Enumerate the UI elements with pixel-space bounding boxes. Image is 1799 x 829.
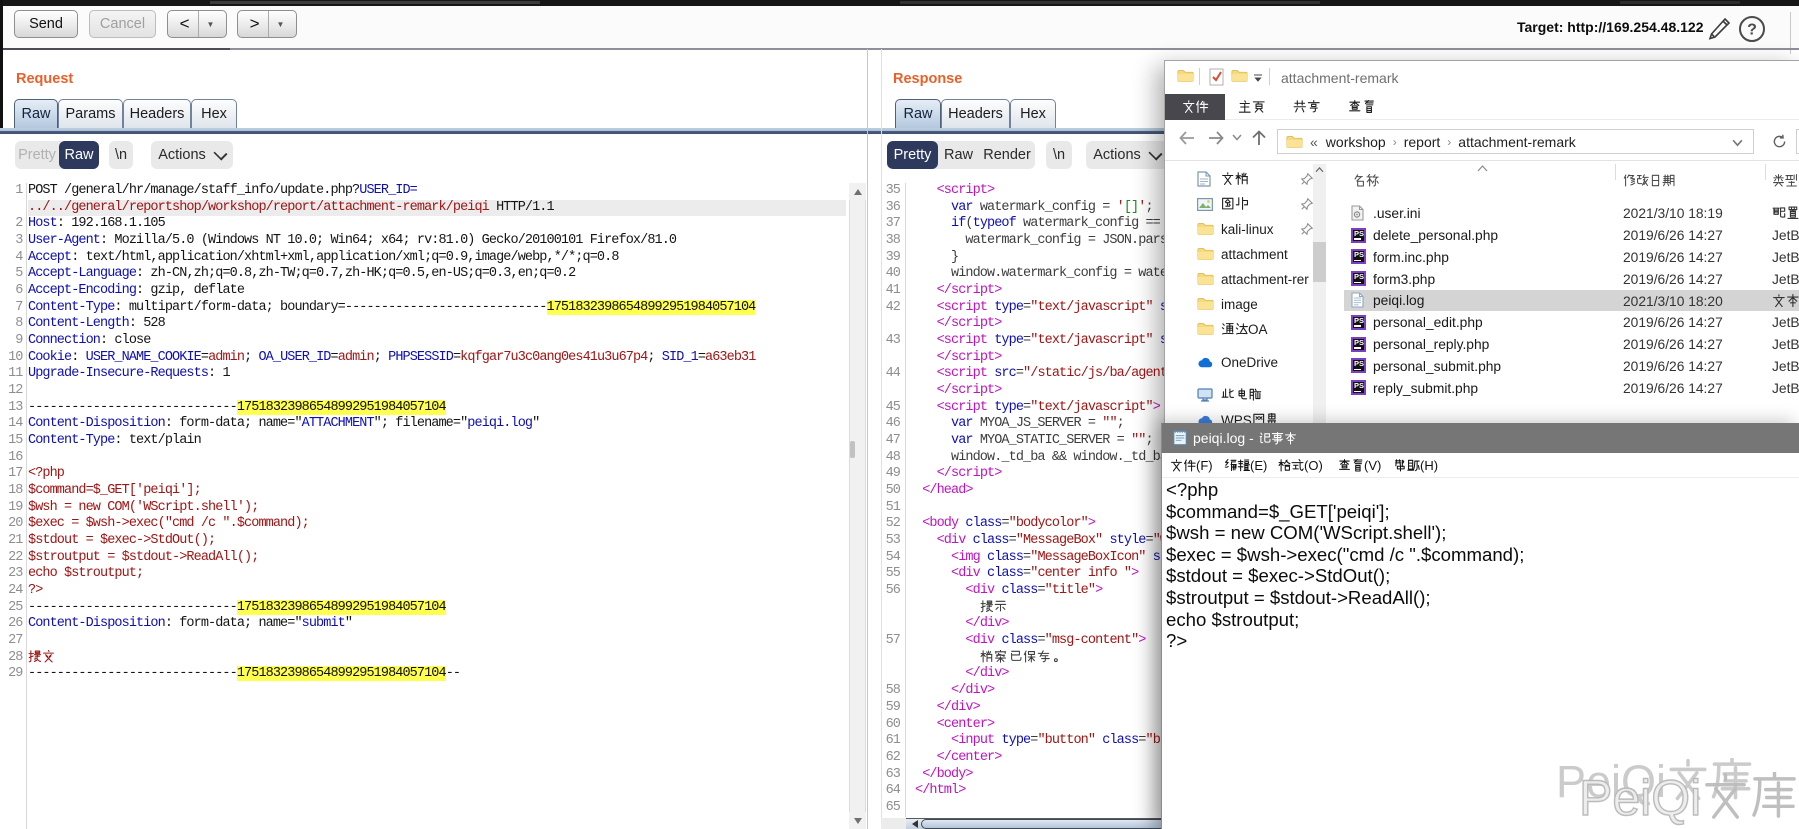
svg-text:?: ? — [1747, 22, 1757, 39]
